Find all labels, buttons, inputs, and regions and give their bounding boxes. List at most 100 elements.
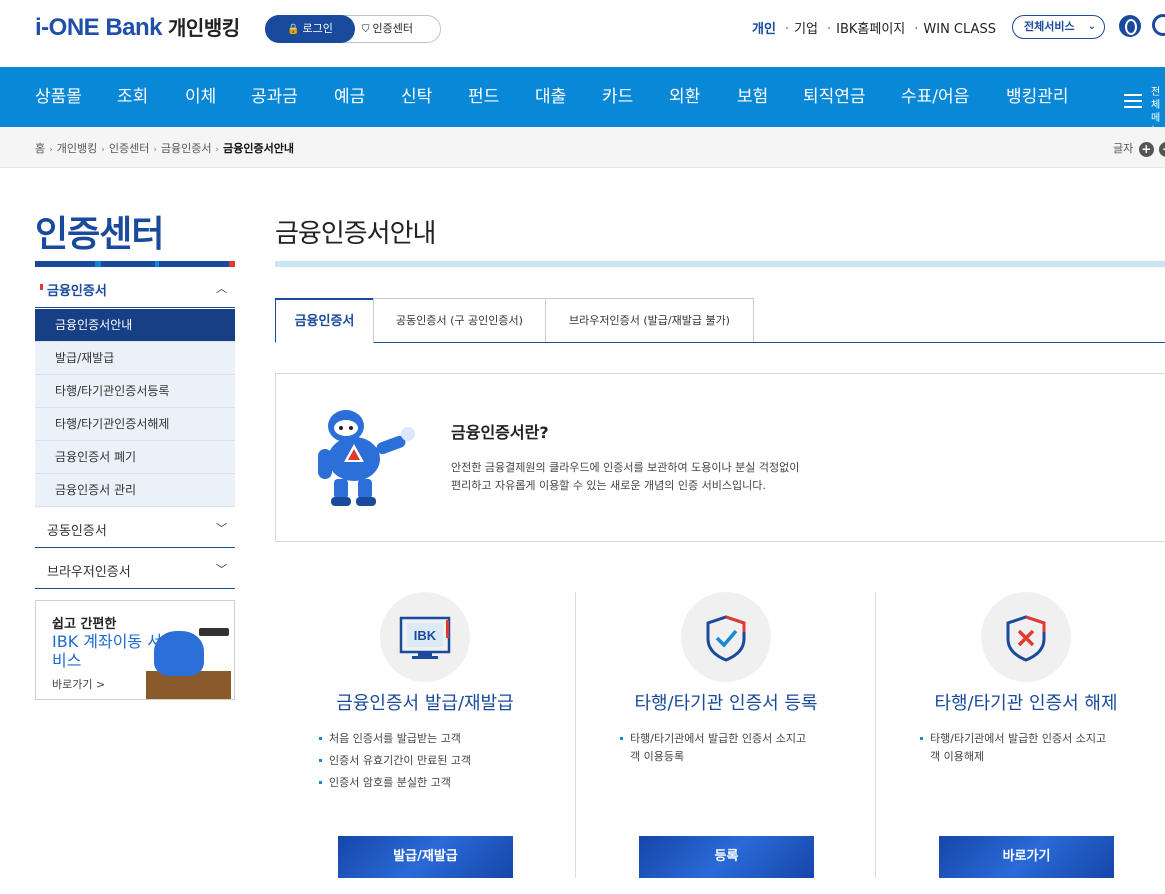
lnb-sub-issue[interactable]: 발급/재발급 — [35, 342, 235, 375]
list-item: 객 이용해제 — [930, 750, 985, 763]
card-title: 금융인증서 발급/재발급 — [336, 693, 514, 714]
logo-subtitle: 개인뱅킹 — [168, 16, 240, 40]
list-item: 처음 인증서를 발급받는 고객 — [319, 728, 471, 750]
lnb-group-label: 공동인증서 — [47, 524, 107, 539]
all-services-label: 전체서비스 — [1024, 20, 1075, 33]
all-services-button[interactable]: 전체서비스 ⌄ — [1012, 15, 1105, 39]
register-button[interactable]: 등록 — [639, 836, 814, 878]
lnb-group-browser-cert[interactable]: 브라우저인증서 ﹀ — [35, 549, 235, 589]
intro-desc-line2: 편리하고 자유롭게 이용할 수 있는 새로운 개념의 인증 서비스입니다. — [451, 479, 766, 492]
nav-item-fund[interactable]: 펀드 — [468, 67, 499, 127]
lock-icon: 🔒 — [287, 24, 300, 35]
section-title: 인증센터 — [35, 214, 164, 255]
intro-description: 안전한 금융결제원의 클라우드에 인증서를 보관하여 도용이나 분실 걱정없이 … — [451, 459, 799, 495]
lnb-group-label: 금융인증서 — [40, 280, 107, 299]
lnb-sub-register-other[interactable]: 타행/타기관인증서등록 — [35, 375, 235, 408]
tab-browser-cert[interactable]: 브라우저인증서 (발급/재발급 불가) — [545, 298, 754, 342]
nav-item-trust[interactable]: 신탁 — [401, 67, 432, 127]
login-label: 로그인 — [302, 22, 333, 35]
banner-link[interactable]: 바로가기 > — [52, 676, 105, 692]
chevron-up-icon: ︿ — [216, 282, 227, 295]
lnb-group-label: 브라우저인증서 — [47, 565, 131, 580]
nav-item-deposit[interactable]: 예금 — [334, 67, 365, 127]
nav-item-card[interactable]: 카드 — [602, 67, 633, 127]
tab-joint-cert[interactable]: 공동인증서 (구 공인인증서) — [373, 298, 546, 342]
lnb-group-joint-cert[interactable]: 공동인증서 ﹀ — [35, 508, 235, 548]
screen-illustration — [199, 628, 229, 636]
robot-mascot-icon — [318, 410, 415, 506]
top-link-ibk-home[interactable]: IBK홈페이지 — [836, 22, 905, 37]
page-title: 금융인증서안내 — [275, 219, 436, 249]
card-icon-circle: IBK — [380, 592, 470, 682]
nav-item-forex[interactable]: 외환 — [669, 67, 700, 127]
logo-text: i-ONE Bank — [35, 14, 163, 41]
lnb-group-financial-cert[interactable]: 금융인증서 ︿ — [35, 268, 235, 308]
unregister-button[interactable]: 바로가기 — [939, 836, 1114, 878]
cert-tabs: 금융인증서 공동인증서 (구 공인인증서) 브라우저인증서 (발급/재발급 불가… — [275, 298, 1165, 343]
hamburger-icon[interactable] — [1124, 94, 1142, 108]
account-transfer-banner[interactable]: 쉽고 간편한 IBK 계좌이동 서비스 바로가기 > — [35, 600, 235, 700]
nav-item-transfer[interactable]: 이체 — [185, 67, 216, 127]
chevron-right-icon: › — [153, 145, 157, 155]
card-list: 타행/타기관에서 발급한 인증서 소지고 객 이용해제 — [920, 728, 1106, 768]
breadcrumb-current: 금융인증서안내 — [223, 142, 294, 155]
lnb-sub-manage[interactable]: 금융인증서 관리 — [35, 474, 235, 507]
nav-item-loan[interactable]: 대출 — [535, 67, 566, 127]
nav-item-products[interactable]: 상품몰 — [35, 67, 82, 127]
card-issue: IBK 금융인증서 발급/재발급 처음 인증서를 발급받는 고객 인증서 유효기… — [275, 592, 575, 878]
banner-line1: 쉽고 간편한 — [52, 617, 117, 632]
logo[interactable]: i-ONE Bank 개인뱅킹 — [35, 12, 240, 42]
breadcrumb-cert-center[interactable]: 인증센터 — [109, 142, 149, 155]
top-links: 개인 · 기업 · IBK홈페이지 · WIN CLASS — [752, 22, 996, 37]
breadcrumb-home[interactable]: 홈 — [35, 142, 45, 155]
breadcrumb-bar: 홈›개인뱅킹›인증센터›금융인증서›금융인증서안내 글자 + − — [0, 127, 1165, 168]
chevron-down-icon: ﹀ — [216, 522, 227, 535]
font-size-label: 글자 — [1113, 142, 1134, 155]
tab-financial-cert[interactable]: 금융인증서 — [275, 298, 374, 343]
main-nav: 상품몰 조회 이체 공과금 예금 신탁 펀드 대출 카드 외환 보험 퇴직연금 … — [0, 67, 1165, 137]
shield-x-icon — [1006, 615, 1046, 662]
top-link-win-class[interactable]: WIN CLASS — [923, 22, 996, 37]
list-item: 인증서 유효기간이 만료된 고객 — [319, 750, 471, 772]
shield-check-icon — [706, 615, 746, 662]
nav-item-inquiry[interactable]: 조회 — [117, 67, 148, 127]
login-button[interactable]: 🔒 로그인 — [265, 15, 355, 43]
font-size-control: 글자 + − — [1113, 140, 1165, 157]
top-bar: i-ONE Bank 개인뱅킹 🔒 로그인 ⛉ 인증센터 개인 · 기업 · IBK홈페이지 ·… — [0, 0, 1165, 67]
top-link-corporate[interactable]: 기업 — [794, 22, 818, 37]
globe-icon[interactable] — [1119, 15, 1141, 37]
card-list: 처음 인증서를 발급받는 고객 인증서 유효기간이 만료된 고객 인증서 암호를… — [319, 728, 471, 794]
plus-icon[interactable]: + — [1138, 141, 1154, 157]
robot-mascot-icon — [154, 631, 204, 676]
minus-icon[interactable]: − — [1159, 141, 1165, 157]
top-link-personal[interactable]: 개인 — [752, 22, 776, 37]
list-item: 인증서 암호를 분실한 고객 — [319, 772, 471, 794]
nav-item-pension[interactable]: 퇴직연금 — [803, 67, 866, 127]
chevron-down-icon: ﹀ — [216, 563, 227, 576]
search-icon[interactable] — [1152, 14, 1165, 36]
chevron-right-icon: › — [215, 145, 220, 155]
nav-item-check[interactable]: 수표/어음 — [901, 67, 969, 127]
lnb-sub-revoke[interactable]: 금융인증서 폐기 — [35, 441, 235, 474]
card-icon-circle — [981, 592, 1071, 682]
issue-button[interactable]: 발급/재발급 — [338, 836, 513, 878]
lnb-sub-unregister-other[interactable]: 타행/타기관인증서해제 — [35, 408, 235, 441]
card-register: 타행/타기관 인증서 등록 타행/타기관에서 발급한 인증서 소지고 객 이용등… — [575, 592, 875, 878]
breadcrumb-personal[interactable]: 개인뱅킹 — [57, 142, 97, 155]
nav-item-insurance[interactable]: 보험 — [737, 67, 768, 127]
card-list: 타행/타기관에서 발급한 인증서 소지고 객 이용등록 — [620, 728, 806, 768]
nav-item-banking-mgmt[interactable]: 뱅킹관리 — [1006, 67, 1069, 127]
list-item: 객 이용등록 — [630, 750, 685, 763]
lnb-sub-guide[interactable]: 금융인증서안내 — [35, 309, 235, 342]
intro-box: 금융인증서란? 안전한 금융결제원의 클라우드에 인증서를 보관하여 도용이나 … — [275, 373, 1165, 542]
card-title: 타행/타기관 인증서 해제 — [934, 693, 1118, 714]
auth-group: 🔒 로그인 ⛉ 인증센터 — [265, 15, 441, 43]
cert-center-label: 인증센터 — [372, 22, 413, 35]
breadcrumb-financial-cert[interactable]: 금융인증서 — [161, 142, 212, 155]
breadcrumb: 홈 › 개인뱅킹 › 인증센터 › 금융인증서 › 금융인증서안내 — [35, 140, 294, 156]
card-title: 타행/타기관 인증서 등록 — [634, 693, 818, 714]
title-underline — [275, 261, 1165, 267]
intro-question: 금융인증서란? — [451, 423, 549, 442]
nav-item-utility[interactable]: 공과금 — [251, 67, 298, 127]
cert-center-button[interactable]: ⛉ 인증센터 — [362, 16, 413, 42]
